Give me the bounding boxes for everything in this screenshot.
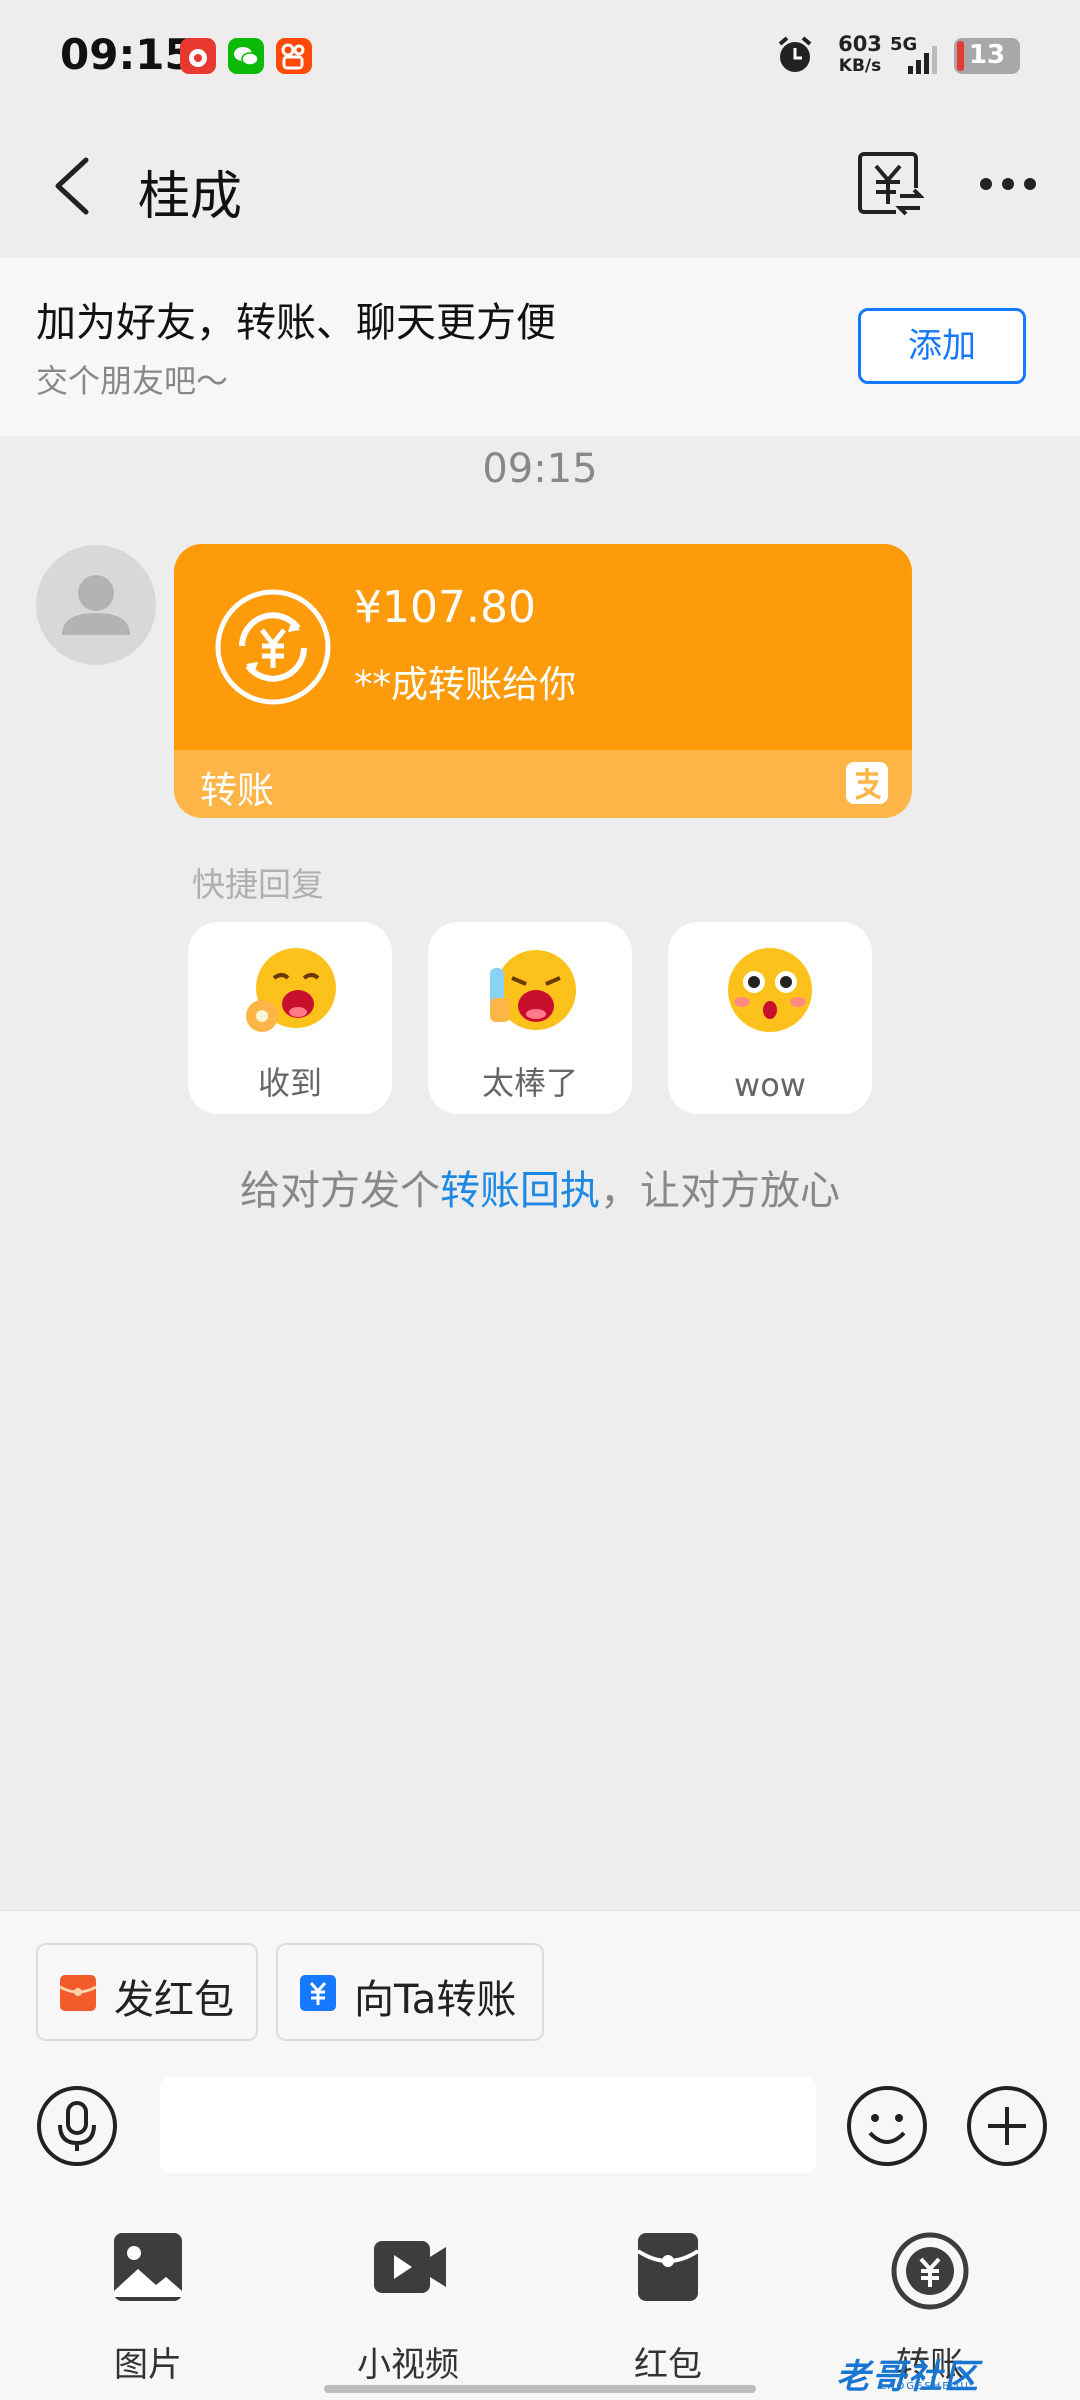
news-app-icon [180, 38, 216, 74]
avatar[interactable] [36, 545, 156, 665]
tool-label: 图片 [114, 2345, 182, 2385]
quick-reply-label-text: 太棒了 [481, 1064, 578, 1102]
quick-reply-received[interactable]: 收到 [188, 922, 392, 1114]
chip-label: 发红包 [114, 1977, 234, 2023]
emoji-button[interactable] [846, 2085, 928, 2167]
transfer-description: **成转账给你 [354, 663, 576, 706]
voice-input-button[interactable] [36, 2085, 118, 2167]
ok-hand-emoji-icon [246, 948, 336, 1032]
red-envelope-icon [59, 1975, 97, 2011]
more-actions-button[interactable] [966, 2085, 1048, 2167]
add-friend-banner: 加为好友，转账、聊天更方便 交个朋友吧～ 添加 [0, 258, 1080, 436]
quick-reply-label-text: 收到 [257, 1064, 322, 1102]
net-speed: 603 KB/s [838, 32, 882, 76]
more-icon[interactable] [976, 172, 1040, 196]
chat-title: 桂成 [138, 167, 243, 227]
kuaishou-icon [276, 38, 312, 74]
quick-reply-great[interactable]: 太棒了 [428, 922, 632, 1114]
status-time: 09:15 [60, 30, 194, 79]
receipt-prefix: 给对方发个 [240, 1168, 440, 1214]
microphone-icon [37, 2086, 117, 2166]
quick-reply-label-text: wow [734, 1066, 806, 1104]
quick-reply-wow[interactable]: wow [668, 922, 872, 1114]
chat-header: 桂成 [0, 110, 1080, 258]
send-red-envelope-chip[interactable]: 发红包 [36, 1943, 258, 2041]
add-friend-button[interactable]: 添加 [858, 308, 1026, 384]
battery-icon: 13 [954, 38, 1020, 74]
transfer-type-label: 转账 [200, 769, 274, 812]
wechat-icon [228, 38, 264, 74]
transfer-card-footer: 转账 [174, 750, 912, 818]
transfer-amount: ¥107.80 [354, 582, 536, 633]
tool-red-packet[interactable]: 红包 [588, 2231, 748, 2385]
video-icon [374, 2241, 446, 2293]
tool-image[interactable]: 图片 [68, 2231, 228, 2385]
transfer-card-body: ¥107.80 **成转账给你 [174, 544, 912, 750]
chat-timestamp: 09:15 [482, 446, 598, 492]
back-arrow-icon[interactable] [44, 154, 100, 218]
surprised-emoji-icon [728, 948, 812, 1032]
transfer-to-ta-chip[interactable]: 向Ta转账 [276, 1943, 544, 2041]
bottom-panel: 发红包 向Ta转账 图片 小视频 红包 转账 老哥社区 LAOGESHEQU [0, 1910, 1080, 2400]
banner-subtitle: 交个朋友吧～ [36, 362, 229, 400]
banner-title: 加为好友，转账、聊天更方便 [36, 300, 556, 346]
transfer-circle-icon [891, 2232, 969, 2310]
image-icon [114, 2233, 182, 2301]
receipt-suffix: ，让对方放心 [600, 1168, 840, 1214]
tool-short-video[interactable]: 小视频 [328, 2231, 488, 2385]
alarm-icon [774, 34, 816, 80]
home-indicator[interactable] [324, 2385, 756, 2393]
plus-icon [967, 2086, 1047, 2166]
thumbs-up-crying-emoji-icon [490, 950, 576, 1030]
message-input[interactable] [160, 2077, 816, 2173]
tool-label: 小视频 [357, 2345, 459, 2385]
transfer-icon [300, 1975, 336, 2011]
watermark-logo: 老哥社区 LAOGESHEQU [836, 2357, 980, 2397]
chip-label: 向Ta转账 [354, 1977, 517, 2023]
signal-icon [900, 40, 940, 80]
red-packet-icon [636, 2233, 700, 2301]
status-bar: 09:15 603 KB/s 5G 13 [0, 0, 1080, 110]
yuan-exchange-icon[interactable] [856, 150, 925, 218]
quick-reply-label: 快捷回复 [192, 865, 324, 904]
receipt-hint: 给对方发个转账回执，让对方放心 [0, 1158, 1080, 1216]
transfer-card[interactable]: ¥107.80 **成转账给你 转账 [174, 544, 912, 818]
alipay-logo-icon [846, 762, 888, 804]
transfer-circle-icon [212, 586, 334, 712]
receipt-link[interactable]: 转账回执 [440, 1168, 600, 1214]
tool-label: 红包 [634, 2345, 702, 2385]
smiley-icon [847, 2086, 927, 2166]
